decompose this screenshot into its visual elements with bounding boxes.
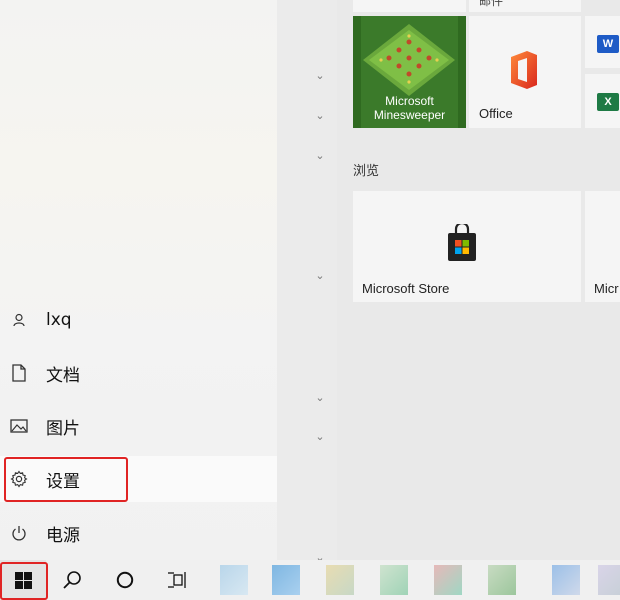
document-icon	[9, 364, 29, 382]
pinned-app-icon[interactable]	[488, 565, 516, 595]
word-tile[interactable]: W	[585, 16, 620, 68]
pictures-item[interactable]: 图片	[0, 403, 277, 449]
account-label: lxq	[46, 310, 72, 330]
office-label: Office	[479, 106, 513, 121]
mail-tile-label: 邮件	[479, 0, 504, 8]
power-item[interactable]: 电源	[0, 510, 277, 556]
pinned-app-icon[interactable]	[434, 565, 462, 595]
chevron-down-icon[interactable]: ⌄	[312, 150, 328, 162]
store-label: Microsoft Store	[362, 281, 450, 296]
excel-icon: X	[597, 93, 619, 111]
word-icon: W	[597, 35, 619, 53]
app-list-pane	[277, 0, 337, 560]
chevron-down-icon[interactable]: ⌄	[312, 431, 328, 443]
chevron-down-icon[interactable]: ⌄	[312, 270, 328, 282]
mail-tile[interactable]: 邮件	[469, 0, 581, 12]
cortana-icon	[116, 571, 134, 589]
taskbar	[0, 560, 620, 600]
account-item[interactable]: lxq	[0, 297, 277, 343]
microsoft-store-tile[interactable]: Microsoft Store	[353, 191, 581, 302]
search-button[interactable]	[52, 560, 92, 600]
highlight-box-settings	[4, 457, 128, 502]
minesweeper-label-line1: Microsoft	[385, 94, 434, 108]
pictures-label: 图片	[46, 418, 80, 439]
highlight-box-start	[0, 562, 48, 600]
chevron-down-icon[interactable]: ⌄	[312, 392, 328, 404]
pinned-app-icon[interactable]	[272, 565, 300, 595]
power-label: 电源	[46, 525, 80, 546]
partial-tile-label: Micr	[594, 281, 619, 296]
power-icon	[9, 525, 29, 541]
user-icon	[9, 313, 29, 327]
picture-icon	[9, 419, 29, 433]
browse-section-title: 浏览	[353, 164, 380, 179]
task-view-icon	[168, 572, 186, 588]
chevron-down-icon[interactable]: ⌄	[312, 110, 328, 122]
pinned-app-icon[interactable]	[220, 565, 248, 595]
office-icon	[511, 51, 537, 89]
pinned-app-icon[interactable]	[326, 565, 354, 595]
task-view-button[interactable]	[158, 560, 198, 600]
chevron-down-icon[interactable]: ⌄	[312, 70, 328, 82]
minesweeper-label-line2: Minesweeper	[373, 108, 446, 122]
pinned-app-icon[interactable]	[552, 565, 580, 595]
store-bag-icon	[448, 224, 476, 261]
minesweeper-tile[interactable]: Microsoft Minesweeper	[353, 16, 466, 128]
tile-partial-top-left[interactable]	[353, 0, 466, 12]
excel-tile[interactable]: X	[585, 74, 620, 128]
documents-label: 文档	[46, 365, 80, 386]
partial-tile-right[interactable]: Micr	[585, 191, 620, 302]
pinned-app-icon[interactable]	[598, 565, 620, 595]
documents-item[interactable]: 文档	[0, 350, 277, 396]
search-icon	[63, 571, 81, 589]
pinned-app-icon[interactable]	[380, 565, 408, 595]
office-tile[interactable]: Office	[469, 16, 581, 128]
cortana-button[interactable]	[105, 560, 145, 600]
